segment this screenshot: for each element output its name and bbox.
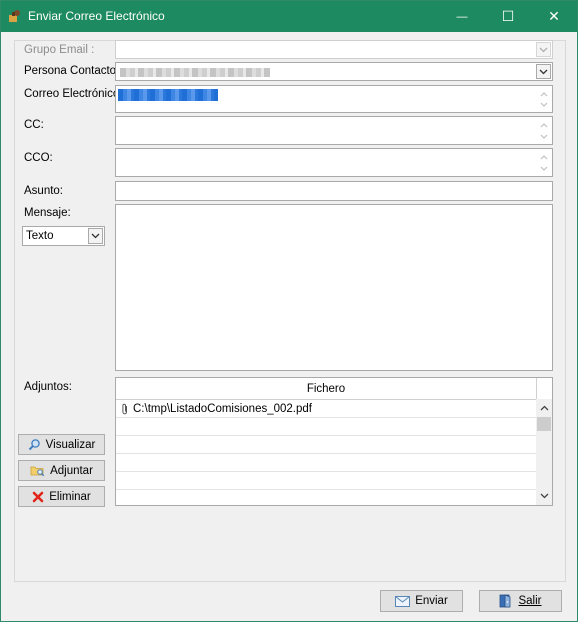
table-row[interactable] [116, 472, 536, 490]
minimize-button[interactable]: — [439, 1, 485, 32]
correo-scrollbar[interactable] [536, 87, 551, 111]
chevron-down-icon [539, 47, 548, 52]
attachments-grid[interactable]: Fichero C:\tmp\ListadoComisiones_002.pdf [115, 377, 553, 506]
enviar-label: Enviar [415, 595, 448, 607]
correo-electronico-input[interactable] [115, 85, 553, 113]
chevron-down-icon [540, 493, 549, 499]
close-icon: ✕ [548, 8, 560, 24]
envelope-icon [395, 595, 411, 607]
table-row[interactable]: C:\tmp\ListadoComisiones_002.pdf [116, 400, 536, 418]
correo-electronico-label: Correo Electrónico: [24, 88, 123, 100]
asunto-label: Asunto: [24, 185, 63, 197]
chevron-up-icon [540, 91, 547, 96]
salir-label: Salir [518, 595, 542, 607]
minimize-icon: — [456, 10, 468, 23]
close-button[interactable]: ✕ [531, 1, 577, 32]
title-bar[interactable]: Enviar Correo Electrónico — ☐ ✕ [1, 1, 577, 32]
table-row[interactable] [116, 436, 536, 454]
persona-contacto-dropdown-button[interactable] [536, 64, 551, 79]
cco-input[interactable] [115, 148, 553, 177]
redacted-contact [120, 68, 270, 77]
email-dialog: Enviar Correo Electrónico — ☐ ✕ Grupo Em… [0, 0, 578, 622]
chevron-up-icon [540, 405, 549, 411]
delete-x-icon [32, 491, 44, 502]
visualizar-label: Visualizar [45, 438, 96, 451]
grupo-email-combo[interactable] [115, 40, 553, 59]
cc-input[interactable] [115, 116, 553, 145]
chevron-down-icon [539, 69, 548, 74]
column-header-label: Fichero [306, 382, 346, 395]
table-row[interactable] [116, 490, 536, 505]
formato-dropdown-button[interactable] [88, 228, 103, 244]
chevron-down-icon [540, 166, 547, 171]
paperclip-icon [122, 403, 127, 414]
persona-contacto-combo[interactable] [115, 62, 553, 81]
adjuntar-button[interactable]: Adjuntar [18, 460, 105, 481]
cco-scrollbar[interactable] [536, 150, 551, 175]
salir-button[interactable]: Salir [479, 590, 562, 612]
formato-value: Texto [26, 230, 54, 242]
chevron-up-icon [540, 154, 547, 159]
cc-scrollbar[interactable] [536, 118, 551, 143]
window-title: Enviar Correo Electrónico [28, 9, 165, 23]
eliminar-label: Eliminar [49, 490, 91, 503]
asunto-input[interactable] [115, 181, 553, 201]
formato-combo[interactable]: Texto [22, 226, 105, 246]
adjuntar-label: Adjuntar [50, 464, 93, 477]
adjuntos-label: Adjuntos: [24, 381, 72, 393]
persona-contacto-label: Persona Contacto: [24, 65, 120, 77]
maximize-icon: ☐ [501, 8, 515, 24]
redacted-email [118, 89, 218, 101]
grupo-email-dropdown-button[interactable] [536, 42, 551, 57]
folder-search-icon [30, 466, 45, 477]
mensaje-label: Mensaje: [24, 207, 71, 219]
mensaje-textarea[interactable] [115, 204, 553, 371]
visualizar-button[interactable]: Visualizar [18, 434, 105, 455]
attachments-scrollbar[interactable] [536, 399, 552, 505]
chevron-down-icon [91, 233, 100, 239]
chevron-down-icon [540, 102, 547, 107]
eliminar-button[interactable]: Eliminar [18, 486, 105, 507]
table-row[interactable] [116, 454, 536, 472]
column-header-fichero[interactable]: Fichero [116, 378, 537, 400]
grupo-email-label: Grupo Email : [24, 44, 95, 56]
scrollbar-thumb[interactable] [537, 417, 551, 431]
chevron-down-icon [540, 134, 547, 139]
chevron-up-icon [540, 122, 547, 127]
attachment-filename: C:\tmp\ListadoComisiones_002.pdf [133, 402, 312, 415]
exit-door-icon [500, 594, 511, 608]
maximize-button[interactable]: ☐ [485, 1, 531, 32]
cc-label: CC: [24, 119, 44, 131]
magnifier-icon [28, 439, 40, 451]
app-icon [9, 10, 20, 22]
enviar-button[interactable]: Enviar [380, 590, 463, 612]
table-row[interactable] [116, 418, 536, 436]
cco-label: CCO: [24, 152, 53, 164]
